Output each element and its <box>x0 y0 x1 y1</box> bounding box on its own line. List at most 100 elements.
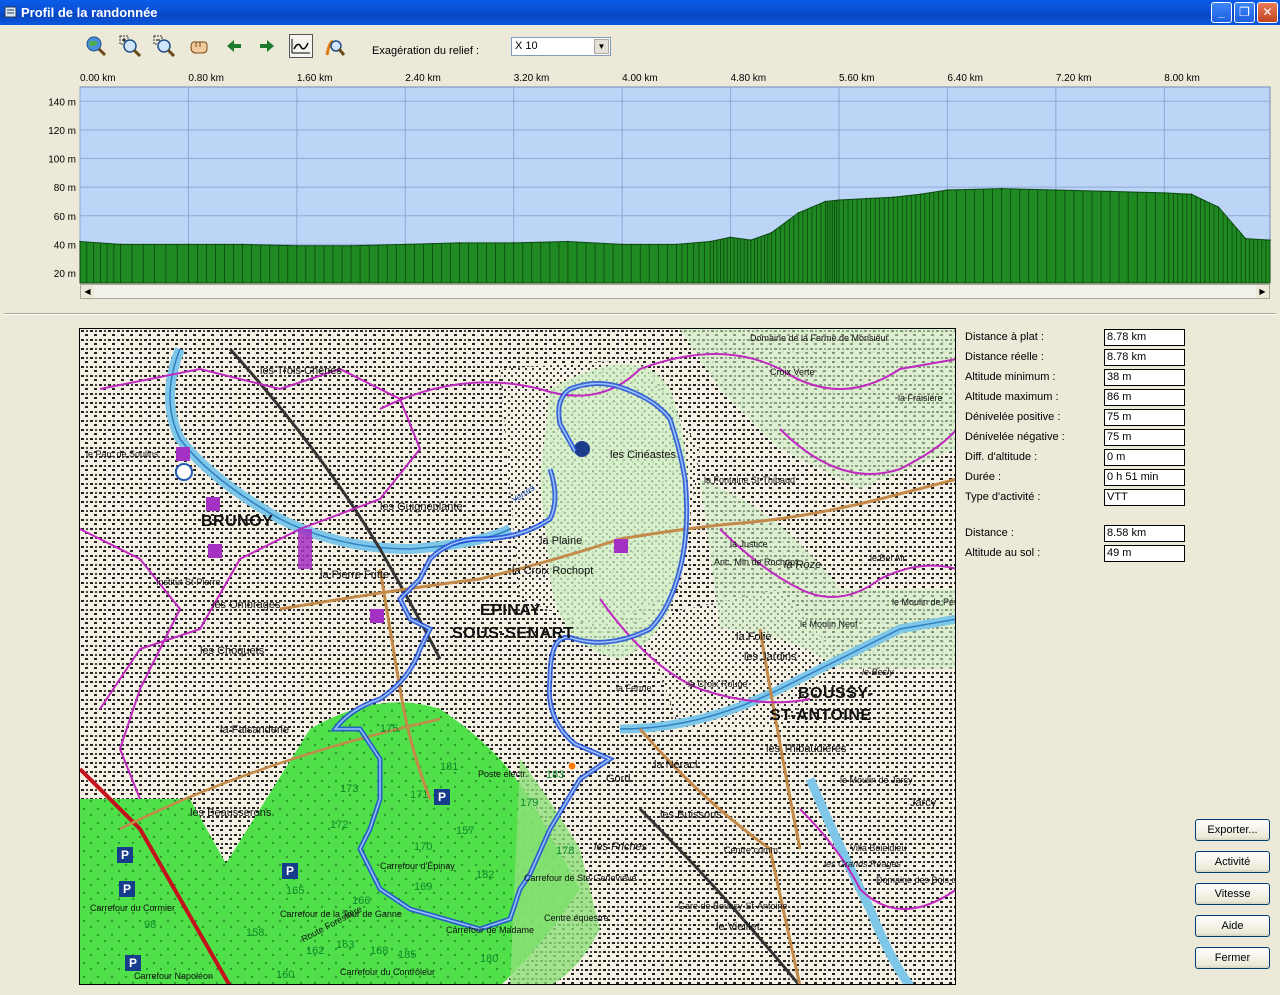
stat-label: Diff. d'altitude : <box>965 451 1038 463</box>
parcel-number: 171 <box>410 789 429 801</box>
exaggeration-label: Exagération du relief : <box>372 45 480 57</box>
map-place: la Plaine <box>540 535 583 547</box>
locate-profile-button[interactable] <box>322 33 348 59</box>
elevation-chart: 0.00 km 0.80 km 1.60 km 2.40 km 3.20 km 4.00 … <box>48 73 1271 284</box>
profile-scrollbar[interactable]: ◀ ▶ <box>80 284 1270 299</box>
parking-icon: P <box>117 847 133 863</box>
parcel-number: 180 <box>480 953 499 965</box>
next-button[interactable] <box>254 33 280 59</box>
stat-value: 0 h 51 min <box>1104 469 1185 486</box>
stat-label: Dénivelée négative : <box>965 431 1065 443</box>
parcel-number: 168 <box>370 945 389 957</box>
topo-map[interactable]: BRUNOY EPINAY SOUS-SENART BOUSSY- ST-ANT… <box>79 328 956 985</box>
parcel-number: 170 <box>414 841 433 853</box>
speed-button[interactable]: Vitesse <box>1195 883 1270 905</box>
map-place: les Thibaudières <box>766 743 847 755</box>
x-tick-label: 8.00 km <box>1164 73 1200 84</box>
zoom-globe-button[interactable] <box>83 33 109 59</box>
divider <box>4 313 1276 315</box>
map-place: Carrefour de Madame <box>446 925 535 935</box>
profile-point <box>621 243 623 246</box>
x-tick-label: 4.00 km <box>622 73 658 84</box>
map-place: les Cinéastes <box>610 449 677 461</box>
export-button[interactable]: Exporter... <box>1195 819 1270 841</box>
parcel-number: 169 <box>414 881 433 893</box>
minimize-button[interactable]: _ <box>1211 2 1232 23</box>
book-icon <box>4 6 17 18</box>
map-town-boussy: BOUSSY- <box>798 685 874 702</box>
profile-point <box>350 245 352 247</box>
zoom-out-button[interactable] <box>151 33 177 59</box>
stat-value: 8.58 km <box>1104 525 1185 542</box>
help-button[interactable]: Aide <box>1195 915 1270 937</box>
map-place: les Beausserons <box>190 807 272 819</box>
stat-label: Type d'activité : <box>965 491 1041 503</box>
parcel-number: 162 <box>306 945 325 957</box>
profile-point <box>79 240 81 243</box>
profile-point <box>865 197 867 200</box>
parking-icon: P <box>282 863 298 879</box>
y-tick-label: 120 m <box>48 126 76 137</box>
profile-point <box>946 189 949 191</box>
profile-point <box>770 232 773 234</box>
maximize-button[interactable]: ❐ <box>1234 2 1255 23</box>
stat-value: 75 m <box>1104 429 1185 446</box>
arrow-left-icon <box>227 40 241 52</box>
map-canvas <box>80 329 955 984</box>
previous-button[interactable] <box>221 33 247 59</box>
stat-value: 8.78 km <box>1104 349 1185 366</box>
profile-point <box>1244 237 1247 240</box>
map-place: les Friches <box>594 841 648 853</box>
map-town-brunoy: BRUNOY <box>201 513 274 530</box>
parking-icon: P <box>434 789 450 805</box>
map-place: Centre équestre <box>544 913 609 923</box>
scroll-right-button[interactable]: ▶ <box>1256 285 1269 298</box>
arrow-right-icon <box>260 40 274 52</box>
x-tick-label: 5.60 km <box>839 73 875 84</box>
profile-point <box>458 242 461 244</box>
close-dialog-button[interactable]: Fermer <box>1195 947 1270 969</box>
map-place: la Faisanderie <box>220 724 290 736</box>
close-button[interactable]: ✕ <box>1257 2 1278 23</box>
y-tick-label: 40 m <box>54 240 76 251</box>
profile-point <box>567 240 569 243</box>
stat-label: Distance à plat : <box>965 331 1044 343</box>
map-place: Centre comm. <box>724 845 781 855</box>
exaggeration-select[interactable]: X 10 ▼ <box>511 37 611 56</box>
map-place: la Justice <box>730 539 768 549</box>
pan-hand-icon <box>190 41 208 54</box>
stat-value: 38 m <box>1104 369 1185 386</box>
map-place: les Jardins <box>744 651 797 663</box>
x-tick-label: 0.80 km <box>188 73 224 84</box>
map-place: Villa Boieldieu <box>850 843 907 853</box>
stat-value: 75 m <box>1104 409 1185 426</box>
map-place: les Grands Réages <box>824 859 902 869</box>
scroll-left-button[interactable]: ◀ <box>81 285 94 298</box>
map-town-st-antoine: ST-ANTOINE <box>770 707 872 724</box>
map-place: la Fontaine St-Thibaud <box>704 475 796 485</box>
parcel-number: 173 <box>340 783 359 795</box>
profile-point <box>1055 189 1057 191</box>
profile-point <box>296 245 298 247</box>
zoom-in-button[interactable] <box>117 33 143 59</box>
x-tick-label: 2.40 km <box>405 73 441 84</box>
pan-button[interactable] <box>186 33 212 59</box>
zoom-globe-icon <box>86 36 107 57</box>
chevron-down-icon[interactable]: ▼ <box>594 39 609 54</box>
map-place: Domaine de la Ferme de Monsieur <box>750 333 889 343</box>
profile-point <box>1109 190 1111 193</box>
map-place: la Folie <box>736 631 772 643</box>
parcel-number: 163 <box>336 939 355 951</box>
parcel-number: 160 <box>276 969 295 981</box>
map-place: le Parc de Soulins <box>86 449 159 459</box>
stat-value: 0 m <box>1104 449 1185 466</box>
map-place: Institut St-Pierre <box>156 577 221 587</box>
elevation-profile: 0.00 km 0.80 km 1.60 km 2.40 km 3.20 km 4.00 … <box>0 65 1280 305</box>
profile-view-button[interactable] <box>289 34 313 58</box>
profile-point <box>675 243 678 246</box>
map-place: la Roze <box>784 559 822 571</box>
map-place: Poste électr. <box>478 769 528 779</box>
profile-point <box>709 240 712 243</box>
zoom-in-icon <box>119 35 141 57</box>
activity-button[interactable]: Activité <box>1195 851 1270 873</box>
